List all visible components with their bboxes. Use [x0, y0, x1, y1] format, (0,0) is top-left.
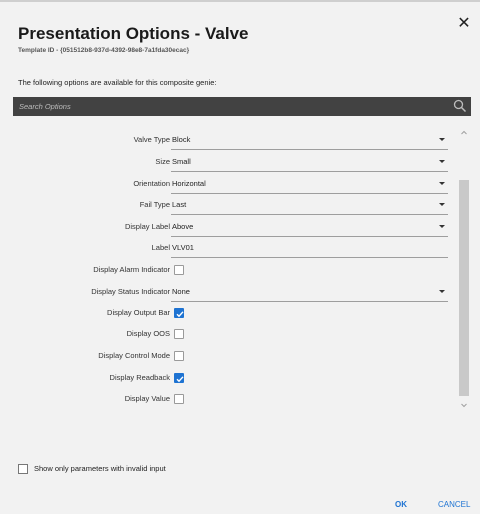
option-row-valve-type: Valve Type Block: [13, 130, 453, 150]
text-value: VLV01: [172, 243, 194, 252]
options-list: Valve Type Block Size Small Orientation …: [13, 126, 471, 412]
option-row-display-control-mode: Display Control Mode: [13, 346, 453, 366]
option-row-size: Size Small: [13, 152, 453, 172]
search-icon[interactable]: [453, 99, 467, 113]
option-label: Display Alarm Indicator: [93, 265, 170, 274]
valve-type-select[interactable]: Block: [171, 131, 448, 150]
display-value-checkbox[interactable]: [174, 394, 184, 404]
size-select[interactable]: Small: [171, 153, 448, 172]
option-label: Display Status Indicator: [91, 287, 170, 296]
option-label: Display OOS: [126, 329, 170, 338]
option-label: Fail Type: [139, 200, 170, 209]
orientation-select[interactable]: Horizontal: [171, 175, 448, 194]
option-row-orientation: Orientation Horizontal: [13, 174, 453, 194]
dropdown-arrow-icon: [439, 182, 445, 185]
display-readback-checkbox[interactable]: [174, 373, 184, 383]
checkmark-icon: [176, 376, 184, 383]
option-row-display-status-indicator: Display Status Indicator None: [13, 282, 453, 302]
select-value: Last: [172, 200, 187, 209]
select-value: Horizontal: [172, 179, 206, 188]
label-text-field[interactable]: VLV01: [171, 239, 448, 258]
option-label: Orientation: [133, 179, 170, 188]
dialog-title: Presentation Options - Valve: [18, 24, 249, 43]
option-label: Display Readback: [109, 373, 170, 382]
dropdown-arrow-icon: [439, 203, 445, 206]
option-row-display-label: Display Label Above: [13, 217, 453, 237]
fail-type-select[interactable]: Last: [171, 196, 448, 215]
display-control-mode-checkbox[interactable]: [174, 351, 184, 361]
option-label: Size: [155, 157, 170, 166]
dialog-subtitle: The following options are available for …: [18, 78, 217, 87]
option-label: Display Value: [124, 394, 170, 403]
scroll-up-icon[interactable]: [461, 130, 467, 136]
ok-button[interactable]: OK: [395, 500, 407, 509]
option-row-fail-type: Fail Type Last: [13, 195, 453, 215]
option-label: Label: [151, 243, 170, 252]
option-label: Display Control Mode: [98, 351, 170, 360]
display-alarm-indicator-checkbox[interactable]: [174, 265, 184, 275]
option-row-label: Label VLV01: [13, 238, 453, 258]
display-oos-checkbox[interactable]: [174, 329, 184, 339]
option-row-display-oos: Display OOS: [13, 324, 453, 344]
checkmark-icon: [176, 311, 184, 318]
search-input[interactable]: [13, 97, 449, 116]
close-icon[interactable]: ✕: [456, 16, 472, 32]
option-row-display-output-bar: Display Output Bar: [13, 303, 453, 323]
option-label: Valve Type: [133, 135, 170, 144]
display-status-indicator-select[interactable]: None: [171, 283, 448, 302]
select-value: Small: [172, 157, 191, 166]
display-output-bar-checkbox[interactable]: [174, 308, 184, 318]
template-id: Template ID - {051512b8-937d-4392-98e8-7…: [18, 47, 190, 54]
dropdown-arrow-icon: [439, 138, 445, 141]
select-value: Block: [172, 135, 191, 144]
cancel-button[interactable]: CANCEL: [438, 500, 470, 509]
show-invalid-only-checkbox[interactable]: [18, 464, 28, 474]
presentation-options-dialog: ✕ Presentation Options - Valve Template …: [0, 2, 480, 514]
search-bar: [13, 97, 471, 116]
option-label: Display Label: [124, 222, 170, 231]
option-row-display-value: Display Value: [13, 389, 453, 409]
dropdown-arrow-icon: [439, 160, 445, 163]
dropdown-arrow-icon: [439, 290, 445, 293]
option-row-display-readback: Display Readback: [13, 368, 453, 388]
scroll-down-icon[interactable]: [461, 402, 467, 408]
option-row-display-alarm-indicator: Display Alarm Indicator: [13, 260, 453, 280]
scrollbar-thumb[interactable]: [459, 180, 469, 396]
option-label: Display Output Bar: [107, 308, 170, 317]
dropdown-arrow-icon: [439, 225, 445, 228]
display-label-select[interactable]: Above: [171, 218, 448, 237]
show-invalid-only-label: Show only parameters with invalid input: [34, 464, 166, 473]
select-value: Above: [172, 222, 194, 231]
options-scrollbar[interactable]: [457, 126, 471, 412]
select-value: None: [172, 287, 190, 296]
